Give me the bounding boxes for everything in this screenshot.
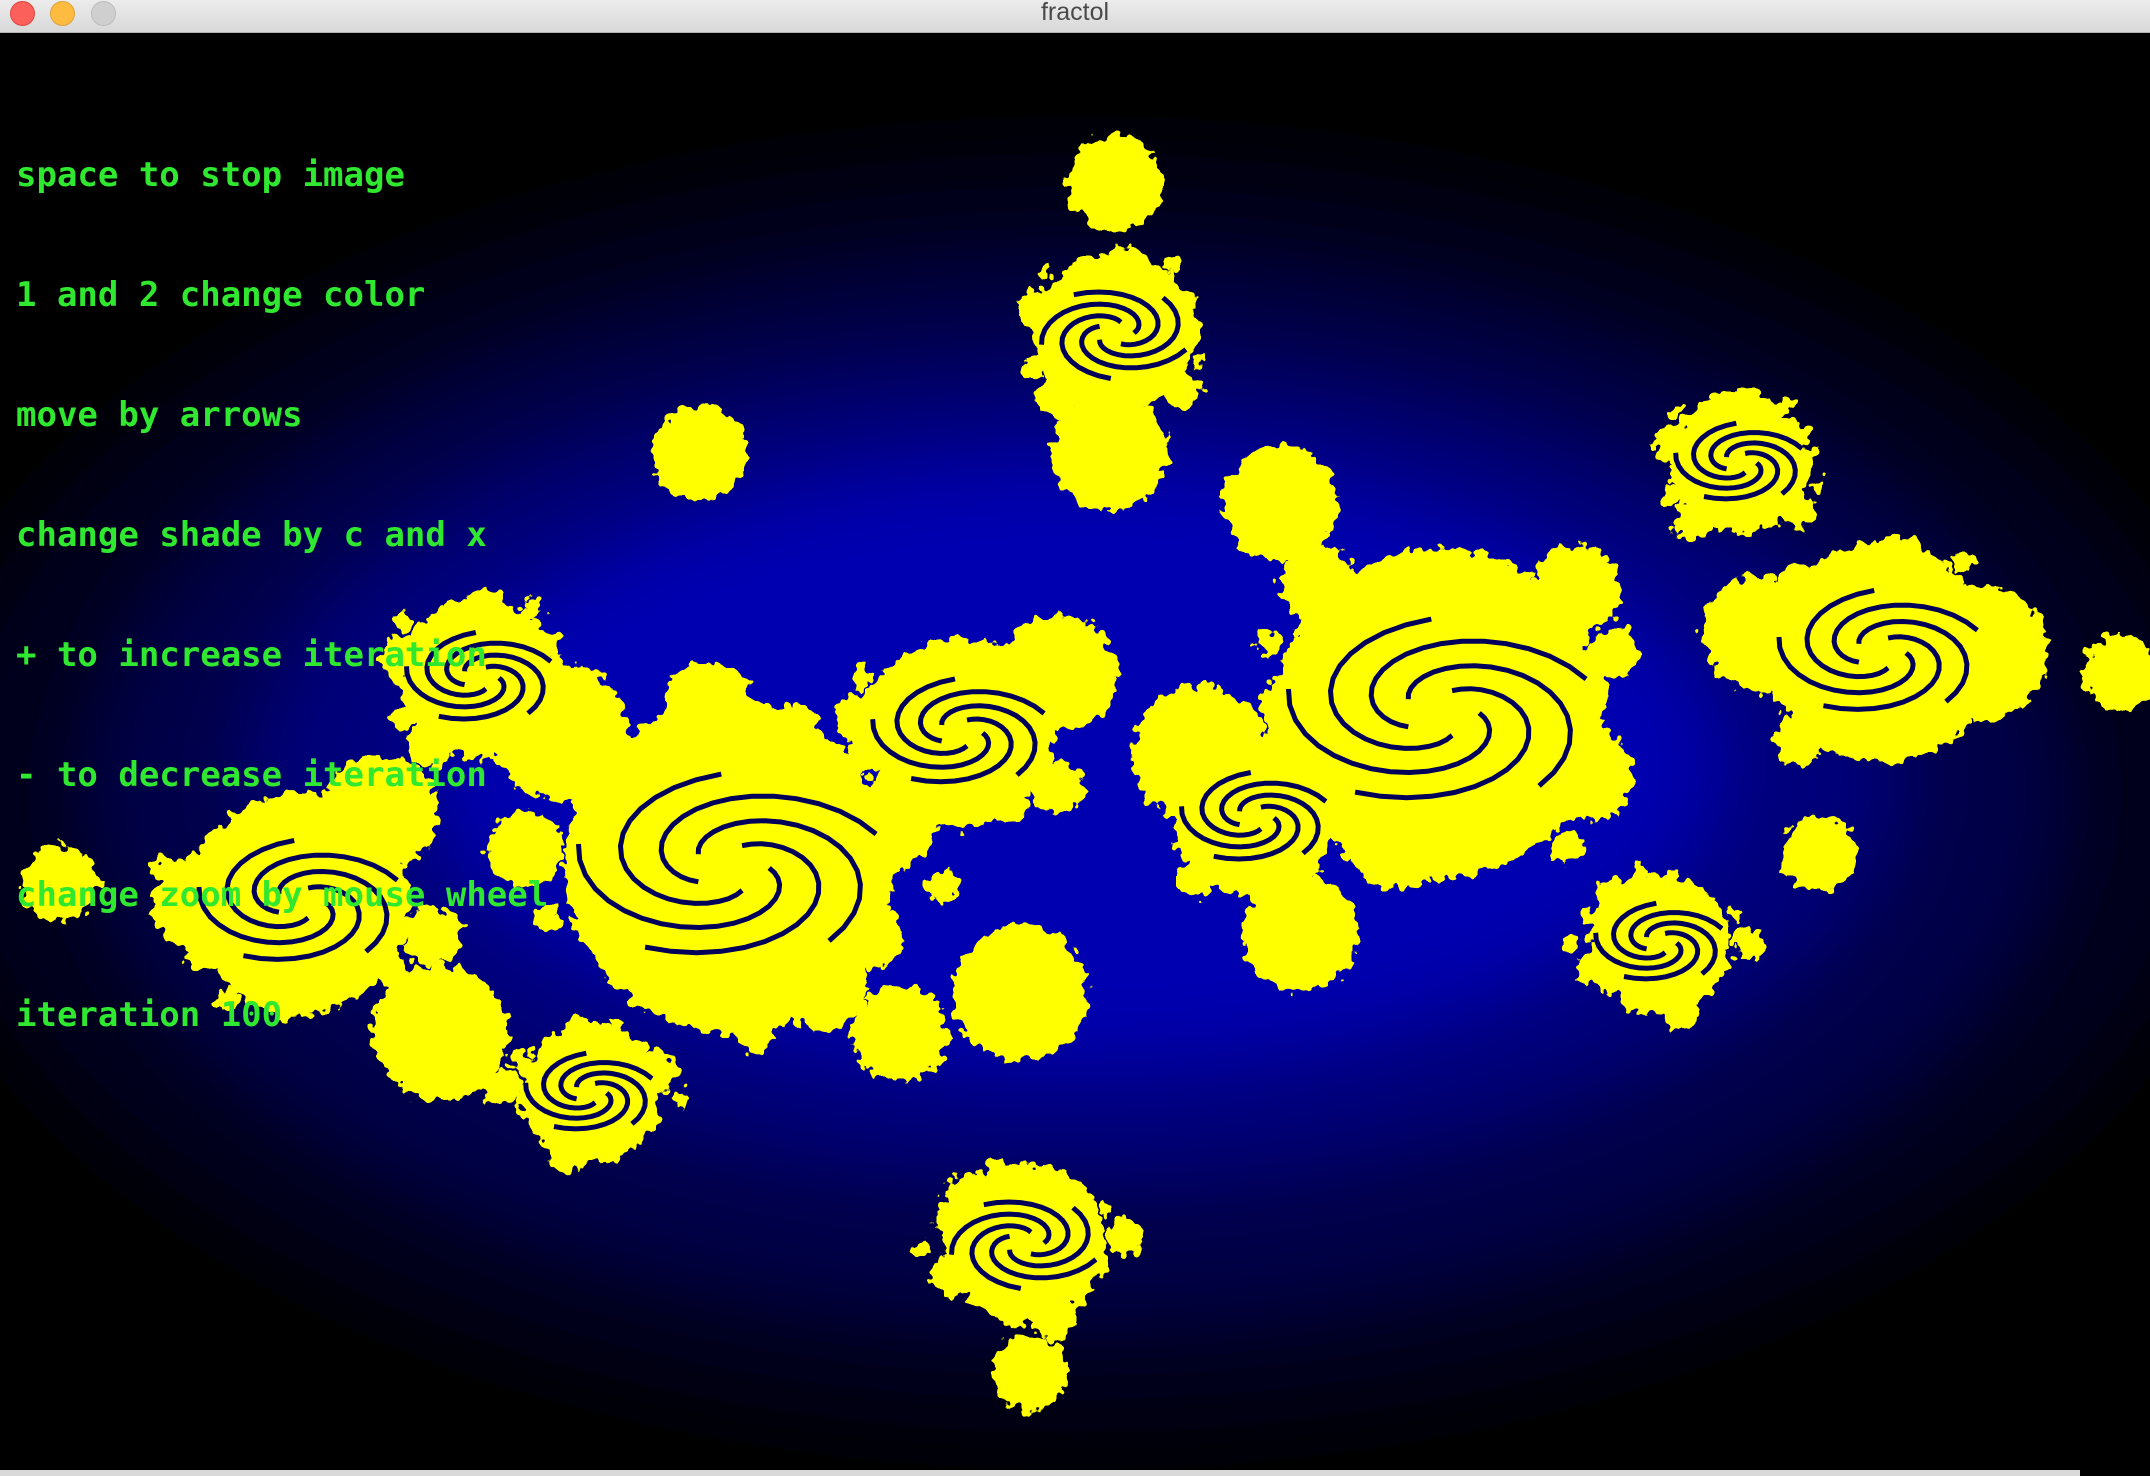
fractal-branch — [549, 1142, 581, 1175]
fractal-branch — [1582, 906, 1609, 933]
fractal-branch — [1868, 536, 1931, 599]
fractal-branch — [932, 1252, 978, 1297]
fractal-branch — [1660, 485, 1683, 507]
fractal-branch — [1255, 628, 1283, 656]
fractal-branch — [625, 1038, 652, 1065]
fractal-branch — [1661, 991, 1700, 1030]
fractal-branch — [1175, 861, 1213, 899]
fractal-branch — [1229, 883, 1243, 897]
fractal-canvas[interactable]: space to stop image 1 and 2 change color… — [0, 33, 2150, 1476]
fractal-branch — [1653, 424, 1693, 464]
fractal-branch — [1631, 866, 1648, 882]
fractal-branch — [1785, 495, 1818, 528]
fractal-branch — [1378, 567, 1449, 638]
fractal-branch — [1673, 502, 1712, 541]
fractal-branch — [1781, 395, 1797, 412]
fractal-branch — [952, 925, 1088, 1061]
help-line: move by arrows — [16, 395, 303, 435]
fractal-branch — [1195, 353, 1209, 367]
fractal-branch — [1952, 551, 1975, 574]
fractal-branch — [1848, 743, 1867, 762]
fractal-branch — [768, 703, 820, 754]
fractal-branch — [1811, 478, 1824, 491]
help-line: space to stop image — [16, 155, 405, 195]
fractal-branch — [1036, 265, 1053, 282]
fractal-branch — [985, 1156, 1004, 1175]
fractal-branch — [1242, 875, 1358, 991]
fractal-branch — [559, 1018, 599, 1058]
fractal-branch — [1782, 815, 1858, 891]
fractal-branch — [1052, 395, 1168, 511]
fractal-branch — [852, 985, 948, 1081]
fractal-branch — [1096, 381, 1111, 396]
fractal-branch — [951, 780, 976, 805]
fractal-branch — [733, 1015, 772, 1053]
fractal-branch — [1348, 797, 1442, 890]
fractal-branch — [590, 898, 677, 986]
fractal-branch — [597, 1150, 609, 1163]
window-title: fractol — [1040, 0, 1110, 26]
fractal-branch — [1099, 1199, 1114, 1214]
fractal-branch — [663, 661, 753, 751]
help-line: change zoom by mouse wheel — [16, 875, 549, 915]
fractal-branch — [1105, 245, 1151, 291]
fractal-branch — [997, 793, 1027, 823]
fractal-branch — [857, 787, 878, 807]
fractal-branch — [992, 1335, 1068, 1411]
fractal-branch — [1076, 257, 1107, 287]
title-bar[interactable]: fractol — [0, 0, 2150, 33]
fractal-branch — [1032, 1296, 1077, 1341]
fractal-branch — [1774, 714, 1825, 766]
fractal-branch — [1669, 405, 1684, 420]
fractal-branch — [1017, 287, 1063, 332]
fractal-branch — [1164, 372, 1201, 409]
iteration-readout: iteration 100 — [16, 995, 283, 1035]
fractal-branch — [1531, 545, 1621, 635]
fractal-branch — [1291, 851, 1319, 879]
fractal-branch — [637, 755, 667, 785]
fractal-branch — [1731, 926, 1764, 959]
fractal-branch — [1726, 505, 1739, 518]
fractal-branch — [1728, 909, 1740, 921]
fractal-branch — [672, 1089, 689, 1106]
help-line: - to decrease iteration — [16, 755, 487, 795]
fractal-branch — [604, 1111, 642, 1149]
fractal-branch — [1066, 1277, 1081, 1292]
fractal-branch — [1041, 1179, 1083, 1222]
fractal-branch — [1035, 736, 1053, 753]
help-line: + to increase iteration — [16, 635, 487, 675]
fractol-window: fractol space to stop image 1 and 2 chan… — [0, 0, 2150, 1476]
help-overlay: space to stop image 1 and 2 change color… — [16, 75, 548, 1115]
fractal-branch — [1561, 936, 1577, 951]
fractal-branch — [849, 666, 871, 688]
fractal-branch — [1550, 830, 1585, 865]
fractal-branch — [1222, 445, 1338, 561]
fractal-branch — [1729, 386, 1769, 426]
fractal-branch — [1440, 811, 1502, 873]
fractal-branch — [1340, 842, 1359, 862]
fractal-branch — [1631, 993, 1654, 1015]
fractal-branch — [926, 871, 960, 905]
fractal-branch — [998, 1301, 1024, 1327]
fractal-branch — [1022, 356, 1048, 381]
fractal-branch — [1463, 587, 1493, 617]
fractal-branch — [1693, 974, 1706, 988]
fractal-branch — [913, 1240, 930, 1258]
fractal-branch — [1031, 762, 1084, 814]
fractal-branch — [1164, 257, 1183, 276]
window-bottom-edge — [0, 1470, 2080, 1476]
fractal-branch — [1576, 947, 1616, 987]
help-line: change shade by c and x — [16, 515, 487, 555]
fractal-branch — [1313, 774, 1343, 805]
fractal-branch — [1067, 135, 1163, 231]
fractal-branch — [608, 1017, 624, 1033]
help-line: 1 and 2 change color — [16, 275, 426, 315]
fractal-branch — [652, 405, 748, 501]
fractal-branch — [1703, 397, 1730, 424]
fractal-branch — [1106, 1219, 1143, 1256]
fractal-branch — [1002, 615, 1118, 731]
